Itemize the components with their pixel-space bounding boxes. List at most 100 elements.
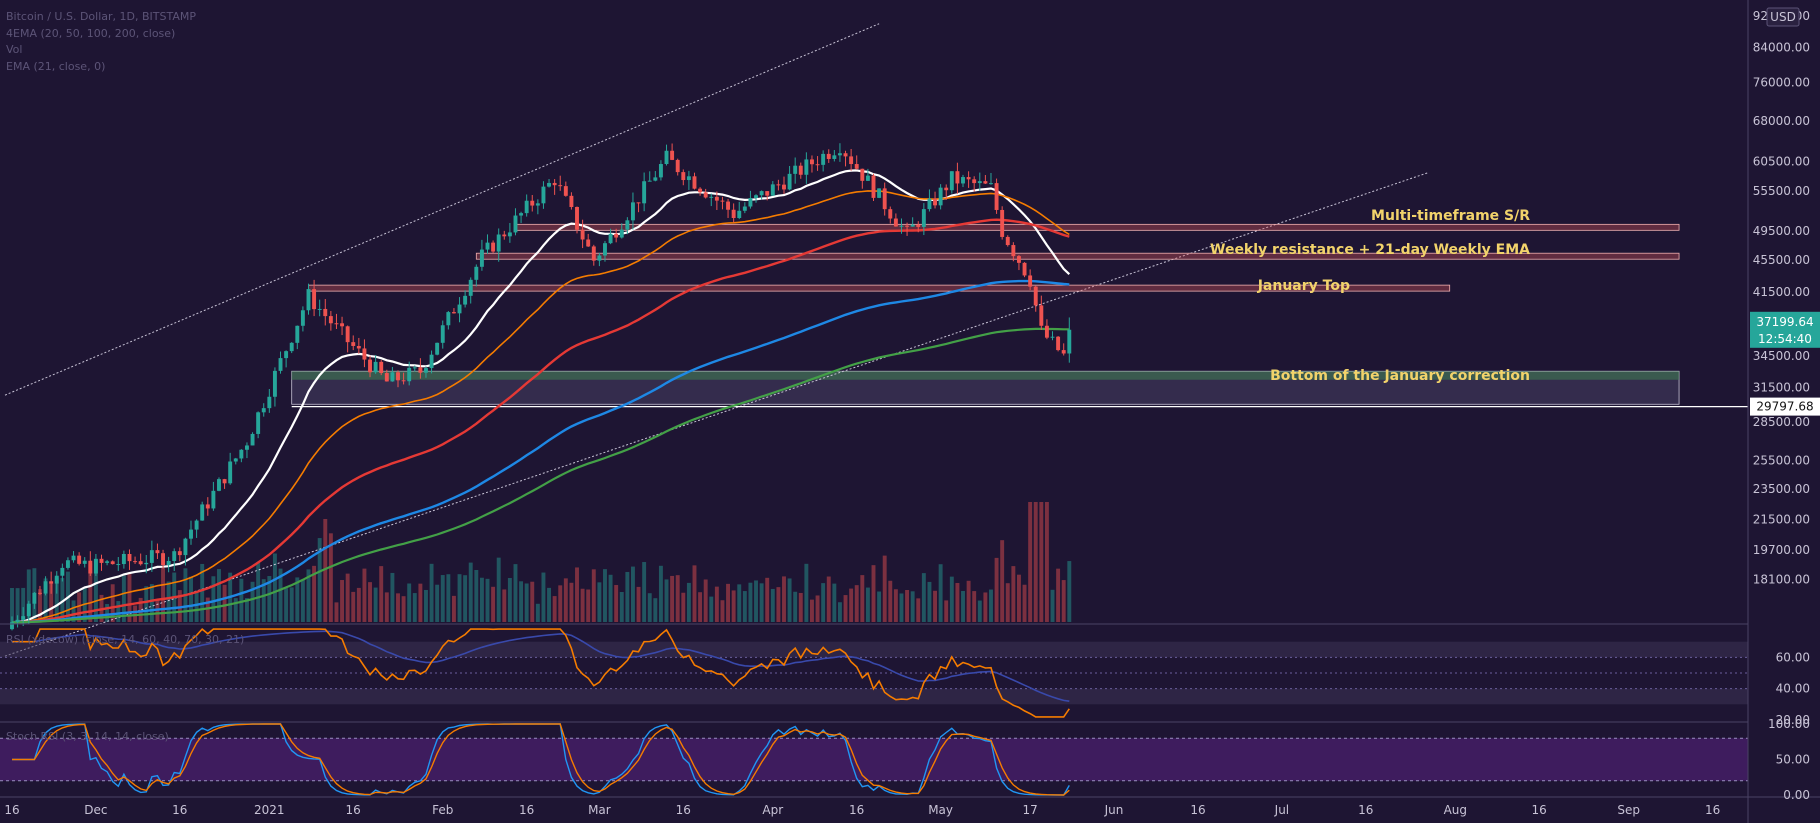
candle-body: [468, 279, 473, 296]
volume-legend[interactable]: Vol: [6, 43, 22, 56]
candle-body: [239, 449, 244, 459]
candle-body: [228, 461, 233, 484]
volume-bar: [966, 580, 971, 622]
candle-body: [726, 201, 731, 210]
candle-body: [127, 553, 132, 562]
candle-body: [877, 188, 882, 198]
volume-bar: [989, 589, 993, 622]
volume-bar: [356, 587, 361, 622]
volume-bar: [1022, 584, 1027, 622]
volume-bar: [888, 580, 893, 622]
rsi-oversold-band: [0, 688, 1748, 705]
volume-bar: [217, 569, 221, 622]
candle-body: [575, 207, 579, 230]
candle-body: [49, 581, 54, 584]
candle-body: [300, 310, 305, 326]
candle-body: [244, 445, 249, 450]
candle-body: [390, 372, 395, 382]
volume-bar: [468, 562, 473, 622]
volume-bar: [507, 578, 512, 622]
volume-bar: [1011, 566, 1016, 622]
candle-body: [217, 479, 221, 491]
volume-bar: [675, 575, 680, 622]
candle-body: [32, 592, 37, 604]
volume-bar: [384, 592, 389, 622]
candle-body: [709, 196, 714, 198]
candle-body: [368, 359, 372, 373]
volume-bar: [614, 585, 619, 622]
volume-bar: [440, 575, 445, 622]
rsi-legend[interactable]: RSI (xdecow) (close, 14, 60, 40, 70, 30,…: [6, 633, 244, 646]
candle-body: [351, 342, 356, 346]
candle-body: [642, 181, 647, 204]
volume-bar: [938, 564, 943, 622]
candle-body: [921, 209, 926, 227]
volume-bar: [653, 598, 658, 622]
candle-body: [916, 224, 921, 227]
candle-body: [647, 180, 652, 182]
volume-bar: [362, 568, 367, 622]
volume-bar: [603, 569, 607, 622]
volume-bar: [726, 583, 731, 622]
candle-body: [312, 289, 317, 310]
volume-bar: [451, 595, 456, 622]
volume-bar: [681, 592, 686, 622]
candle-body: [507, 232, 512, 237]
stoch-band: [0, 738, 1748, 781]
ema-ribbon-legend[interactable]: 4EMA (20, 50, 100, 200, close): [6, 27, 175, 40]
volume-bar: [390, 572, 395, 622]
candle-body: [401, 380, 406, 382]
price-tick-label: 28500.00: [1753, 415, 1810, 429]
resistance-level: [515, 223, 1680, 231]
volume-bar: [558, 585, 563, 622]
candle-body: [742, 206, 747, 211]
candle-body: [787, 173, 792, 190]
candle-body: [177, 551, 182, 556]
candle-body: [949, 171, 954, 191]
volume-bar: [284, 588, 289, 622]
ema21-legend[interactable]: EMA (21, close, 0): [6, 60, 105, 73]
candle-body: [519, 213, 524, 216]
candle-body: [110, 561, 115, 565]
volume-bar: [474, 569, 479, 622]
candle-body: [933, 198, 937, 206]
candle-body: [323, 308, 328, 317]
candle-body: [407, 367, 412, 382]
price-tick-label: 31500.00: [1753, 380, 1810, 394]
volume-bar: [149, 584, 154, 622]
candle-body: [972, 179, 977, 184]
candle-body: [630, 202, 635, 221]
candle-body: [597, 255, 602, 261]
candle-body: [899, 225, 904, 227]
price-chart[interactable]: Bitcoin / U.S. Dollar, 1D, BITSTAMP 4EMA…: [0, 0, 1820, 823]
candle-body: [200, 504, 205, 521]
volume-bar: [709, 596, 714, 622]
price-tick-label: 18100.00: [1753, 572, 1810, 586]
candle-body: [474, 266, 479, 280]
time-tick-label: May: [928, 803, 953, 817]
candle-body: [463, 295, 468, 305]
candle-body: [121, 553, 126, 565]
volume-bar: [955, 583, 960, 622]
volume-bar: [429, 563, 434, 622]
candle-body: [496, 234, 501, 252]
candle-body: [10, 622, 14, 630]
price-tick-label: 84000.00: [1753, 41, 1810, 55]
stoch-legend[interactable]: Stoch RSI (3, 3, 14, 14, close): [6, 730, 169, 743]
symbol-legend[interactable]: Bitcoin / U.S. Dollar, 1D, BITSTAMP: [6, 10, 196, 23]
volume-bar: [983, 592, 988, 622]
candle-body: [776, 184, 781, 186]
candle-body: [250, 433, 255, 446]
volume-bar: [804, 563, 809, 622]
volume-bar: [446, 574, 451, 622]
time-axis[interactable]: 16 Dec 16 2021 16 Feb 16 Mar 16 Apr 16 May 17 Jun 16 Ju…: [4, 803, 1720, 817]
candle-body: [116, 564, 121, 566]
volume-bar: [580, 588, 585, 622]
time-tick-label: Dec: [84, 803, 107, 817]
candle-body: [38, 592, 42, 594]
candle-body: [731, 209, 736, 218]
candle-body: [356, 345, 361, 349]
candle-body: [138, 561, 143, 565]
volume-bar: [714, 586, 719, 622]
price-tick-label: 68000.00: [1753, 114, 1810, 128]
